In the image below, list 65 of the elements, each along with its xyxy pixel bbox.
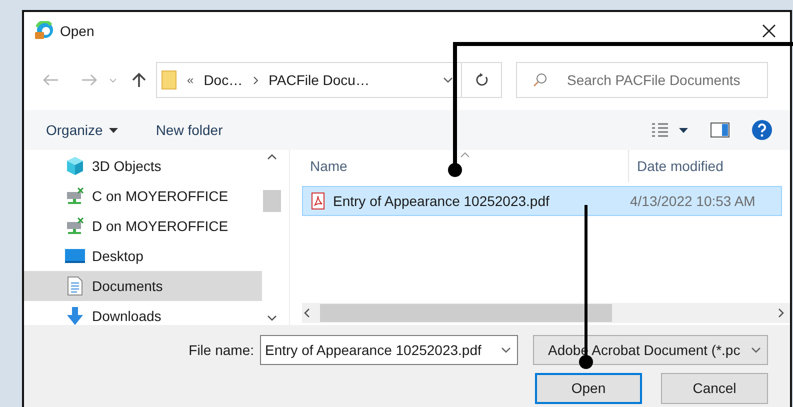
breadcrumb[interactable]: Doc… [204, 70, 243, 90]
file-row[interactable]: Entry of Appearance 10252023.pdf 4/13/2022 10:53 AM [302, 186, 782, 216]
network-drive-icon [65, 216, 85, 236]
cube-icon [65, 156, 85, 176]
dropdown-chevron-icon [751, 347, 761, 353]
app-icon [34, 21, 54, 41]
dialog-button[interactable]: Open [535, 373, 642, 404]
date-modified-cell-text: 4/13/2022 10:53 AM [630, 192, 756, 210]
breadcrumb[interactable]: PACFile Docu… [268, 70, 370, 90]
sidebar-item-label: Desktop [92, 246, 144, 266]
sidebar-item-label: Documents [92, 276, 163, 296]
scroll-down-icon [267, 315, 277, 321]
sidebar-item[interactable]: Documents [24, 271, 262, 301]
sidebar-item[interactable]: Desktop [24, 241, 262, 271]
refresh-icon [474, 73, 488, 87]
dropdown-chevron-icon [501, 347, 511, 353]
sidebar-item-label: 3D Objects [92, 156, 162, 176]
scrollbar-thumb[interactable] [263, 190, 281, 212]
dropdown-triangle-icon [108, 128, 118, 132]
dropdown-triangle-icon [679, 128, 688, 132]
file-name-input[interactable]: Entry of Appearance 10252023.pdf [265, 340, 501, 360]
document-icon [66, 276, 84, 296]
sidebar-item-label: D on MOYEROFFICE [92, 216, 228, 236]
preview-pane-button[interactable] [710, 122, 730, 138]
folder-icon [161, 70, 177, 90]
horizontal-scrollbar[interactable] [302, 303, 790, 323]
overflow-chevrons[interactable]: « [187, 71, 194, 89]
file-name-cell-text: Entry of Appearance 10252023.pdf [333, 192, 550, 211]
address-bar[interactable]: « Doc… PACFile Docu… [156, 62, 462, 98]
window-title: Open [60, 22, 94, 41]
new-folder-button[interactable]: New folder [156, 120, 223, 140]
view-options-button[interactable] [651, 122, 688, 138]
search-icon [533, 73, 547, 87]
organize-menu-button[interactable]: Organize [46, 120, 118, 140]
dropdown-chevron-icon [443, 77, 453, 83]
preview-pane-icon [710, 122, 730, 138]
help-button[interactable] [752, 120, 772, 140]
dialog-button[interactable]: Cancel [661, 373, 768, 404]
details-view-icon [651, 122, 669, 138]
sidebar-item[interactable]: D on MOYEROFFICE [24, 211, 262, 241]
search-input[interactable]: Search PACFile Documents [567, 70, 767, 90]
search-field[interactable]: Search PACFile Documents [516, 62, 768, 98]
scrollbar-thumb[interactable] [320, 304, 612, 322]
file-name-label: File name: [188, 340, 254, 360]
scroll-right-icon [778, 308, 784, 318]
close-icon [762, 24, 776, 38]
file-name-field[interactable]: Entry of Appearance 10252023.pdf [260, 335, 518, 365]
help-icon [752, 120, 772, 140]
sidebar-item-label: C on MOYEROFFICE [92, 186, 228, 206]
sort-caret-icon [460, 152, 470, 158]
column-header[interactable]: Date modified [629, 156, 724, 176]
sidebar-item[interactable]: C on MOYEROFFICE [24, 181, 262, 211]
chevron-down-icon [109, 78, 117, 82]
monitor-icon [64, 247, 86, 265]
pdf-file-icon [311, 192, 325, 210]
sidebar-item-label: Downloads [92, 306, 162, 326]
network-drive-icon [65, 186, 85, 206]
chevron-right-icon [252, 76, 259, 84]
scroll-left-icon [304, 308, 310, 318]
refresh-button[interactable] [462, 62, 502, 98]
scroll-up-icon [267, 154, 277, 160]
download-arrow-icon [65, 306, 85, 326]
sidebar-item[interactable]: 3D Objects [24, 151, 262, 181]
sidebar-item[interactable]: Downloads [24, 301, 262, 331]
up-arrow-icon [132, 72, 146, 88]
